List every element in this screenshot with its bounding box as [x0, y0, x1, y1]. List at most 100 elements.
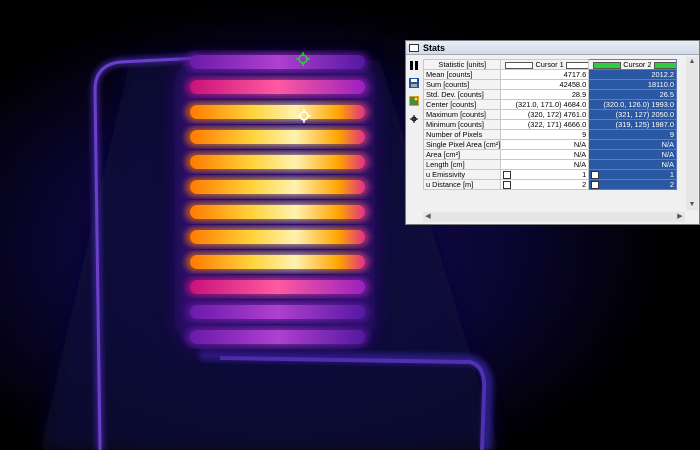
checkbox[interactable] — [591, 171, 600, 179]
table-row: Maximum [counts] (320, 172) 4761.0 (321, 1… — [422, 109, 677, 120]
table-row: u Emissivity 1 1 — [422, 169, 677, 180]
table-row: Single Pixel Area [cm²] N/A N/A — [422, 139, 677, 150]
coil-turn — [190, 55, 365, 69]
cursor-2-value-text: 18110.0 — [647, 80, 674, 89]
coil-turn — [190, 105, 365, 119]
row-label: Minimum [counts] — [422, 119, 502, 130]
cursor-2-value: N/A — [588, 149, 677, 160]
coil-turn — [190, 180, 365, 194]
row-label: Sum [counts] — [422, 79, 502, 90]
table-row: u Distance [m] 2 2 — [422, 179, 677, 190]
cursor-1-value-text: 1 — [582, 170, 587, 179]
row-label: Number of Pixels — [422, 129, 502, 140]
row-label: Single Pixel Area [cm²] — [422, 139, 502, 150]
stats-window[interactable]: Stats Statistic [units] Cursor 1 Cursor … — [405, 40, 700, 225]
cursor-2-value[interactable]: 2 — [588, 179, 677, 190]
coil-turn — [190, 230, 365, 244]
scroll-up-icon[interactable]: ▲ — [686, 57, 698, 67]
cursor-2-marker[interactable] — [296, 52, 310, 66]
row-label: u Emissivity — [422, 169, 502, 180]
table-row: Minimum [counts] (322, 171) 4666.0 (319, 1… — [422, 119, 677, 130]
cursor-1-value: 28.9 — [500, 89, 590, 100]
window-icon — [409, 43, 419, 52]
cursor-1-value-text: 28.9 — [571, 90, 587, 99]
cursor-2-value: 9 — [588, 129, 677, 140]
cursor-2-value: N/A — [588, 139, 677, 150]
cursor-1-value[interactable]: 1 — [500, 169, 590, 180]
table-row: Length [cm] N/A N/A — [422, 159, 677, 170]
cursor-2-swatch-right — [653, 61, 676, 69]
cursor-1-value-text: (320, 172) 4761.0 — [527, 110, 587, 119]
save-icon[interactable] — [408, 77, 420, 89]
cursor-1-swatch-right — [565, 61, 588, 69]
cursor-1-value: (321.0, 171.0) 4684.0 — [500, 99, 590, 110]
coil-turn — [190, 255, 365, 269]
cursor-2-value-text: N/A — [661, 160, 674, 169]
cursor-2-value: 18110.0 — [588, 79, 677, 90]
coil-turn — [190, 130, 365, 144]
cursor-icon[interactable] — [408, 113, 420, 125]
table-row: Sum [counts] 42458.0 18110.0 — [422, 79, 677, 90]
cursor-1-swatch — [505, 61, 534, 69]
cursor-2-value[interactable]: 1 — [588, 169, 677, 180]
header-cursor-2-label: Cursor 2 — [623, 60, 652, 69]
cursor-1-value-text: N/A — [573, 160, 587, 169]
cursor-2-value-text: 2 — [669, 180, 674, 189]
coil-turn — [190, 330, 365, 344]
header-cursor-2[interactable]: Cursor 2 — [588, 59, 677, 70]
cursor-1-value: N/A — [500, 139, 590, 150]
row-label: Center [counts] — [422, 99, 502, 110]
stats-table: Statistic [units] Cursor 1 Cursor 2 Mean… — [422, 59, 677, 190]
coil-turn — [190, 155, 365, 169]
cursor-2-value-text: 9 — [669, 130, 674, 139]
scroll-down-icon[interactable]: ▼ — [686, 200, 698, 210]
stats-titlebar[interactable]: Stats — [406, 41, 699, 55]
cursor-1-value[interactable]: 2 — [500, 179, 590, 190]
scroll-left-icon[interactable]: ◀ — [423, 212, 433, 222]
cursor-1-value-text: (321.0, 171.0) 4684.0 — [515, 100, 587, 109]
stats-title: Stats — [423, 42, 446, 53]
cursor-2-value-text: N/A — [661, 140, 674, 149]
coil-turn — [190, 80, 365, 94]
table-row: Area [cm²] N/A N/A — [422, 149, 677, 160]
cursor-1-value-text: (322, 171) 4666.0 — [527, 120, 587, 129]
pause-icon[interactable] — [408, 59, 420, 71]
scroll-right-icon[interactable]: ▶ — [675, 212, 685, 222]
cursor-2-value-text: 26.5 — [659, 90, 674, 99]
cursor-1-value: N/A — [500, 159, 590, 170]
cursor-2-value-text: 2012.2 — [651, 70, 674, 79]
checkbox[interactable] — [503, 181, 512, 189]
cursor-1-value: (320, 172) 4761.0 — [500, 109, 590, 120]
image-icon[interactable] — [408, 95, 420, 107]
checkbox[interactable] — [503, 171, 512, 179]
cursor-2-value: (319, 125) 1987.0 — [588, 119, 677, 130]
row-label: Maximum [counts] — [422, 109, 502, 120]
table-row: Center [counts] (321.0, 171.0) 4684.0 (320… — [422, 99, 677, 110]
header-statistic: Statistic [units] — [422, 59, 502, 70]
cursor-1-value: N/A — [500, 149, 590, 160]
table-row: Std. Dev. [counts] 28.9 26.5 — [422, 89, 677, 100]
table-row: Number of Pixels 9 9 — [422, 129, 677, 140]
cursor-2-swatch — [593, 61, 622, 69]
cursor-1-value-text: N/A — [573, 150, 587, 159]
cursor-1-value: 4717.6 — [500, 69, 590, 80]
row-label: Std. Dev. [counts] — [422, 89, 502, 100]
cursor-1-value-text: 42458.0 — [559, 80, 587, 89]
row-label: Area [cm²] — [422, 149, 502, 160]
row-label: u Distance [m] — [422, 179, 502, 190]
checkbox[interactable] — [591, 181, 600, 189]
cursor-1-marker[interactable] — [297, 109, 311, 123]
row-label: Mean [counts] — [422, 69, 502, 80]
header-cursor-1[interactable]: Cursor 1 — [500, 59, 590, 70]
coil-turn — [190, 280, 365, 294]
cursor-2-value-text: 1 — [669, 170, 674, 179]
vertical-scrollbar[interactable]: ▲ ▼ — [686, 57, 698, 210]
cursor-1-value: 9 — [500, 129, 590, 140]
cursor-1-value-text: 4717.6 — [563, 70, 587, 79]
horizontal-scrollbar[interactable]: ◀ ▶ — [423, 212, 685, 222]
coil-turn — [190, 305, 365, 319]
cursor-2-value: (321, 127) 2050.0 — [588, 109, 677, 120]
stats-toolbar — [406, 57, 422, 131]
cursor-1-value: 42458.0 — [500, 79, 590, 90]
cursor-1-value-text: N/A — [573, 140, 587, 149]
